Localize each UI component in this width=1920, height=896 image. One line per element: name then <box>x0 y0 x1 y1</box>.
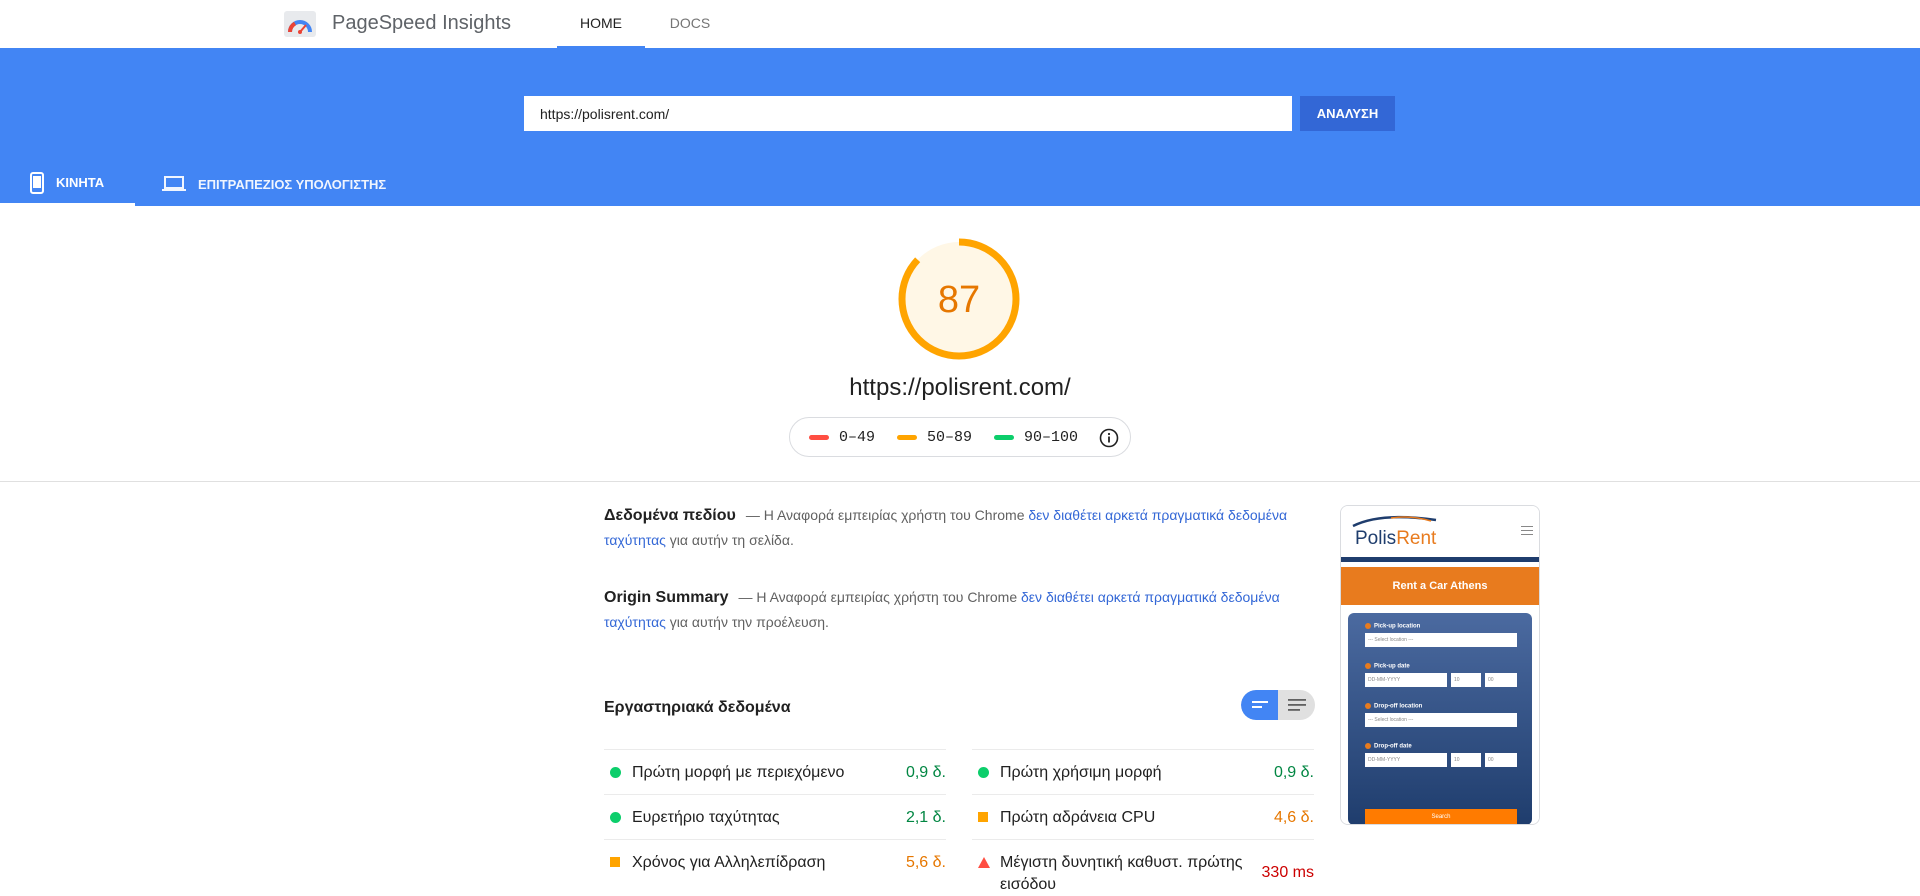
app-title: PageSpeed Insights <box>332 12 512 34</box>
screenshot-body: Pick-up location --- Select location ---… <box>1341 605 1539 824</box>
metric-value: 330 ms <box>1261 864 1314 881</box>
legend-average-swatch <box>897 434 918 440</box>
tested-url: https://polisrent.com/ <box>849 374 1071 401</box>
metric-value: 0,9 δ. <box>905 764 946 781</box>
expanded-view-toggle[interactable] <box>1278 690 1315 720</box>
screenshot-logo-polis: Polis <box>1355 528 1397 549</box>
metric-row: Μέγιστη δυνητική καθυστ. πρώτης εισόδου … <box>972 839 1314 893</box>
pass-indicator-icon <box>978 767 989 778</box>
metric-name: Μέγιστη δυνητική καθυστ. πρώτης εισόδου <box>1000 854 1243 893</box>
legend-fail-label: 0–49 <box>839 428 876 446</box>
legend-pass-swatch <box>994 434 1015 440</box>
screenshot-banner: Rent a Car Athens <box>1341 567 1539 605</box>
screenshot-booking-form: Pick-up location --- Select location ---… <box>1348 613 1532 824</box>
score-legend: 0–49 50–89 90–100 <box>789 417 1131 457</box>
metric-row: Πρώτη αδράνεια CPU 4,6 δ. <box>972 794 1314 839</box>
screenshot-label: Drop-off location <box>1365 703 1422 710</box>
metric-row: Χρόνος για Αλληλεπίδραση 5,6 δ. <box>604 839 946 884</box>
laptop-icon <box>162 176 186 191</box>
nav-tab-docs[interactable]: DOCS <box>650 0 730 48</box>
screenshot-logo: PolisRent <box>1355 528 1436 550</box>
nav-tab-home[interactable]: HOME <box>557 0 645 48</box>
origin-summary-text-end: για αυτήν την προέλευση. <box>665 614 829 630</box>
screenshot-label: Pick-up date <box>1365 663 1410 670</box>
metric-row: Πρώτη μορφή με περιεχόμενο 0,9 δ. <box>604 749 946 794</box>
metric-row: Ευρετήριο ταχύτητας 2,1 δ. <box>604 794 946 839</box>
legend-pass: 90–100 <box>994 429 1078 446</box>
average-indicator-icon <box>978 812 988 822</box>
tab-desktop[interactable]: ΕΠΙΤΡΑΠΕΖΙΟΣ ΥΠΟΛΟΓΙΣΤΗΣ <box>160 162 410 206</box>
screenshot-field: DD-MM-YYYY <box>1365 753 1447 767</box>
top-app-bar: PageSpeed Insights HOME DOCS <box>0 0 1920 48</box>
legend-pass-label: 90–100 <box>1024 428 1079 446</box>
screenshot-field: 00 <box>1485 673 1517 687</box>
legend-fail-swatch <box>809 434 829 440</box>
metric-value: 0,9 δ. <box>1273 764 1314 781</box>
tab-mobile-label: ΚΙΝΗΤΑ <box>56 175 105 190</box>
screenshot-field: 10 <box>1451 753 1481 767</box>
pass-indicator-icon <box>610 812 621 823</box>
field-data-text-end: για αυτήν τη σελίδα. <box>665 532 794 548</box>
metric-value: 2,1 δ. <box>905 809 946 826</box>
performance-score-gauge: 87 <box>898 238 1020 360</box>
metrics-right-column: Πρώτη χρήσιμη μορφή 0,9 δ. Πρώτη αδράνει… <box>972 749 1314 893</box>
field-data-title: Δεδομένα πεδίου <box>604 507 736 524</box>
screenshot-search-button: Search <box>1365 809 1517 824</box>
metric-name: Χρόνος για Αλληλεπίδραση <box>632 854 826 871</box>
legend-fail: 0–49 <box>809 429 875 446</box>
view-toggle <box>1241 690 1315 720</box>
legend-average: 50–89 <box>897 429 972 446</box>
field-data-section: Δεδομένα πεδίου — Η Αναφορά εμπειρίας χρή… <box>604 503 1304 553</box>
origin-summary-section: Origin Summary — Η Αναφορά εμπειρίας χρήσ… <box>604 585 1304 635</box>
screenshot-logo-rent: Rent <box>1396 528 1437 549</box>
metric-name: Πρώτη αδράνεια CPU <box>1000 809 1156 826</box>
metric-value: 4,6 δ. <box>1273 809 1314 826</box>
metric-name: Ευρετήριο ταχύτητας <box>632 809 780 826</box>
metric-name: Πρώτη χρήσιμη μορφή <box>1000 764 1162 781</box>
average-indicator-icon <box>610 857 620 867</box>
tab-mobile[interactable]: ΚΙΝΗΤΑ <box>0 162 135 206</box>
screenshot-field: 10 <box>1451 673 1481 687</box>
screenshot-field: --- Select location --- <box>1365 713 1517 727</box>
hamburger-menu-icon <box>1521 526 1533 538</box>
screenshot-field: DD-MM-YYYY <box>1365 673 1447 687</box>
smartphone-icon <box>30 171 44 194</box>
lab-data-title: Εργαστηριακά δεδομένα <box>604 699 791 716</box>
legend-average-label: 50–89 <box>927 428 973 446</box>
metric-name: Πρώτη μορφή με περιεχόμενο <box>632 764 845 781</box>
info-icon[interactable] <box>1099 428 1119 448</box>
screenshot-label: Pick-up location <box>1365 623 1420 630</box>
short-lines-icon <box>1251 701 1268 708</box>
pass-indicator-icon <box>610 767 621 778</box>
field-data-text: — Η Αναφορά εμπειρίας χρήστη του Chrome <box>745 507 1029 523</box>
car-swoosh-icon <box>1352 515 1437 528</box>
score-value: 87 <box>938 279 980 321</box>
metric-row: Πρώτη χρήσιμη μορφή 0,9 δ. <box>972 749 1314 794</box>
divider <box>0 481 1920 482</box>
tab-desktop-label: ΕΠΙΤΡΑΠΕΖΙΟΣ ΥΠΟΛΟΓΙΣΤΗΣ <box>198 176 387 192</box>
screenshot-site-header: PolisRent <box>1341 506 1539 562</box>
screenshot-field: 00 <box>1485 753 1517 767</box>
metric-value: 5,6 δ. <box>905 854 946 871</box>
origin-summary-text: — Η Αναφορά εμπειρίας χρήστη του Chrome <box>738 589 1022 605</box>
pagespeed-gauge-icon[interactable] <box>284 11 316 37</box>
origin-summary-title: Origin Summary <box>604 589 729 606</box>
url-input[interactable] <box>524 96 1292 131</box>
metrics-left-column: Πρώτη μορφή με περιεχόμενο 0,9 δ. Ευρετή… <box>604 749 946 884</box>
final-screenshot: PolisRent Rent a Car Athens Pick-up loca… <box>1340 505 1540 825</box>
fail-indicator-icon <box>978 857 990 868</box>
analyze-button[interactable]: ΑΝΑΛΥΣΗ <box>1300 96 1395 131</box>
compact-view-toggle[interactable] <box>1241 690 1278 720</box>
screenshot-field: --- Select location --- <box>1365 633 1517 647</box>
screenshot-label: Drop-off date <box>1365 743 1412 750</box>
long-lines-icon <box>1287 699 1306 711</box>
